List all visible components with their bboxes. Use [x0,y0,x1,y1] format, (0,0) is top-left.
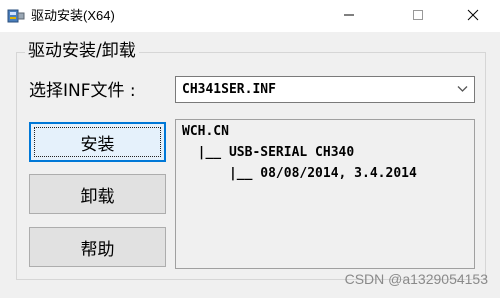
inf-file-value: CH341SER.INF [182,82,276,97]
group-legend: 驱动安装/卸载 [25,40,139,62]
maximize-icon [413,10,423,20]
info-line: |__ 08/08/2014, 3.4.2014 [182,166,417,181]
inf-file-select[interactable]: CH341SER.INF [175,76,475,103]
usb-installer-icon [7,7,25,25]
window-title: 驱动安装(X64) [31,8,115,23]
uninstall-button[interactable]: 卸载 [29,174,166,214]
maximize-button[interactable] [395,0,441,30]
title-bar: 驱动安装(X64) [0,0,500,32]
driver-info-panel: WCH.CN |__ USB-SERIAL CH340 |__ 08/08/20… [175,119,475,269]
close-icon [467,9,479,21]
minimize-icon [344,14,354,16]
inf-file-label: 选择INF文件 : [29,81,136,101]
help-button-label: 帮助 [80,239,115,260]
minimize-button[interactable] [326,0,372,30]
info-line: WCH.CN [182,124,229,139]
chevron-down-icon [457,86,468,92]
install-button[interactable]: 安装 [29,122,166,162]
close-button[interactable] [450,0,496,30]
watermark: CSDN @a1329054153 [344,271,488,287]
uninstall-button-label: 卸载 [80,186,115,207]
info-line: |__ USB-SERIAL CH340 [182,145,355,160]
focus-rect [34,127,161,157]
help-button[interactable]: 帮助 [29,227,166,267]
